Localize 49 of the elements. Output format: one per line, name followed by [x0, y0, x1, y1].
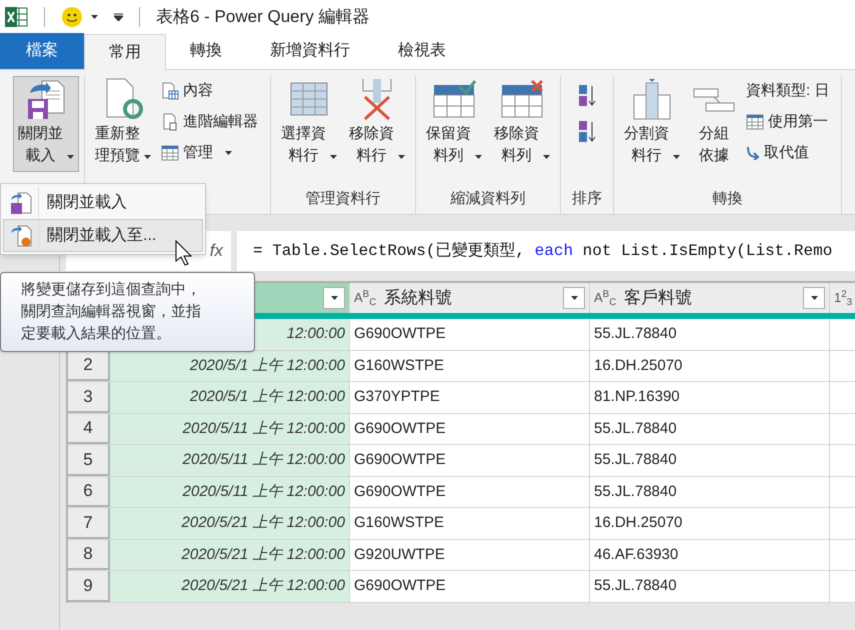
row-number: 3 [83, 386, 93, 408]
row-number: 2 [83, 354, 93, 376]
ribbon-button-label: 移除資 料行 [349, 124, 394, 166]
table-cell: 55.JL.78840 [590, 414, 830, 444]
table-cell: 16.DH.25070 [590, 350, 830, 381]
table-cell: 46.AF.63930 [590, 540, 830, 570]
table-cell: 55.JL.78840 [590, 476, 830, 507]
table-cell: 2020/5/11 上午 12:00:00 [110, 445, 350, 476]
table-cell: 55.JL.78840 [590, 445, 830, 476]
ribbon-group-label: 排序 [571, 188, 603, 208]
table-cell: 2020/5/21 上午 12:00:00 [110, 508, 350, 538]
table-cell: G690OWTPE [350, 571, 590, 602]
table-cell: 2020/5/21 上午 12:00:00 [110, 571, 350, 602]
row-number: 6 [83, 480, 93, 502]
table-cell: 81.NP.16390 [590, 382, 830, 412]
table-cell: G160WSTPE [350, 350, 590, 381]
ribbon-group-label: 管理資料行 [304, 188, 382, 208]
row-number: 5 [83, 448, 93, 470]
row-number: 8 [83, 543, 93, 565]
row-number: 9 [83, 574, 93, 596]
row-number: 4 [83, 417, 93, 439]
table-cell: G690OWTPE [350, 414, 590, 444]
ribbon-button-label: 關閉並 載入 [18, 124, 63, 166]
table-cell: G690OWTPE [350, 319, 590, 350]
table-cell: G160WSTPE [350, 508, 590, 538]
column-name: 客戶料號 [624, 287, 692, 310]
ribbon-button-label: 保留資 料列 [426, 124, 471, 166]
table-cell: 2020/5/1 上午 12:00:00 [110, 382, 350, 412]
ribbon-group-label: 轉換 [712, 188, 744, 208]
table-cell: 2020/5/21 上午 12:00:00 [110, 540, 350, 570]
ribbon-button-label: 選擇資 料行 [281, 124, 326, 166]
table-cell: G370YPTPE [350, 382, 590, 412]
table-cell: 55.JL.78840 [590, 319, 830, 350]
ribbon-button-label: 分組 依據 [699, 124, 729, 166]
ribbon-button-label: 分割資 料行 [624, 124, 669, 166]
window-title: 表格6 - Power Query 編輯器 [156, 6, 370, 28]
ribbon-button-label: 重新整 理預覽 [95, 124, 140, 166]
table-cell: 2020/5/1 上午 12:00:00 [110, 350, 350, 381]
table-cell: 2020/5/11 上午 12:00:00 [110, 414, 350, 444]
table-cell: 55.JL.78840 [590, 571, 830, 602]
table-cell: 2020/5/11 上午 12:00:00 [110, 476, 350, 507]
ribbon-group-label: 縮減資料列 [450, 188, 526, 208]
table-cell: G690OWTPE [350, 476, 590, 507]
table-cell: 16.DH.25070 [590, 508, 830, 538]
ribbon-button-label: 移除資 料列 [494, 124, 539, 166]
column-name: 系統料號 [384, 287, 452, 310]
table-cell: G920UWTPE [350, 540, 590, 570]
row-number: 7 [83, 512, 93, 534]
table-cell: G690OWTPE [350, 445, 590, 476]
